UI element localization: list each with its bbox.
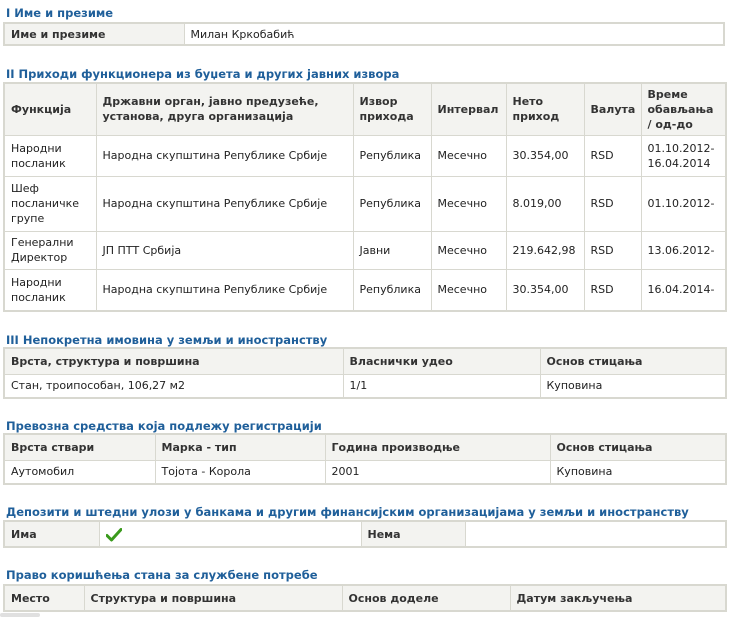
real-estate-cell: 1/1: [342, 373, 541, 399]
income-header-source: Извор прихода: [352, 82, 432, 136]
apartment-header-date: Датум закључења: [509, 584, 727, 612]
apartment-header-place: Место: [3, 584, 85, 612]
table-row: Шеф посланичке групе Народна скупштина Р…: [3, 175, 727, 232]
real-estate-header-basis: Основ стицања: [539, 347, 727, 375]
vehicles-header-type: Врста ствари: [3, 433, 156, 461]
income-cell: Народна скупштина Републике Србије: [95, 268, 354, 312]
section-5-title: Депозити и штедни улози у банкама и друг…: [6, 505, 689, 519]
section-4-title: Превозна средства која подлежу регистрац…: [6, 419, 322, 433]
income-table: Функција Државни орган, јавно предузеће,…: [3, 82, 727, 312]
income-cell: Народна скупштина Републике Србије: [95, 175, 354, 232]
vehicles-header-year: Година производње: [324, 433, 551, 461]
vehicles-cell: Тојота - Корола: [154, 459, 326, 485]
income-header-interval: Интервал: [430, 82, 507, 136]
real-estate-cell: Стан, троипособан, 106,27 м2: [3, 373, 344, 399]
income-cell: Република: [352, 175, 432, 232]
income-cell: Генерални Директор: [3, 230, 97, 270]
check-icon: [105, 527, 122, 542]
income-cell: Република: [352, 134, 432, 177]
table-row: Народни посланик Народна скупштина Репуб…: [3, 134, 727, 177]
vehicles-header-make: Марка - тип: [154, 433, 326, 461]
income-header-period: Време обављања / од-до: [640, 82, 727, 136]
table-row: Стан, троипособан, 106,27 м2 1/1 Куповин…: [3, 373, 727, 399]
deposits-yes-label: Има: [3, 520, 100, 548]
real-estate-header-type: Врста, структура и површина: [3, 347, 344, 375]
income-cell: 30.354,00: [505, 134, 585, 177]
table-row: Аутомобил Тојота - Корола 2001 Куповина: [3, 459, 727, 485]
vehicles-cell: Аутомобил: [3, 459, 156, 485]
table-row: Генерални Директор ЈП ПТТ Србија Јавни М…: [3, 230, 727, 270]
apartment-header-structure: Структура и површина: [83, 584, 343, 612]
income-cell: Народни посланик: [3, 268, 97, 312]
income-cell: Месечно: [430, 134, 507, 177]
income-cell: Месечно: [430, 268, 507, 312]
name-table: Име и презиме Милан Кркобабић: [3, 22, 725, 46]
income-cell: 01.10.2012-: [640, 175, 727, 232]
income-cell: 219.642,98: [505, 230, 585, 270]
income-cell: RSD: [583, 175, 642, 232]
deposits-table: Има Нема: [3, 520, 727, 548]
income-cell: Народни посланик: [3, 134, 97, 177]
income-header-function: Функција: [3, 82, 97, 136]
real-estate-cell: Куповина: [539, 373, 727, 399]
income-cell: Месечно: [430, 230, 507, 270]
name-value: Милан Кркобабић: [183, 22, 725, 46]
vehicles-header-basis: Основ стицања: [549, 433, 727, 461]
section-6-title: Право коришћења стана за службене потреб…: [6, 568, 318, 582]
apartment-header-basis: Основ доделе: [341, 584, 511, 612]
horizontal-scrollbar[interactable]: [0, 613, 40, 617]
income-cell: 01.10.2012-16.04.2014: [640, 134, 727, 177]
income-cell: 8.019,00: [505, 175, 585, 232]
income-cell: Месечно: [430, 175, 507, 232]
income-header-net-income: Нето приход: [505, 82, 585, 136]
income-cell: RSD: [583, 134, 642, 177]
income-cell: Република: [352, 268, 432, 312]
deposits-no-cell: [464, 520, 727, 548]
income-header-organization: Државни орган, јавно предузеће, установа…: [95, 82, 354, 136]
income-cell: Јавни: [352, 230, 432, 270]
income-cell: RSD: [583, 268, 642, 312]
income-cell: ЈП ПТТ Србија: [95, 230, 354, 270]
table-row: Народни посланик Народна скупштина Репуб…: [3, 268, 727, 312]
income-cell: 16.04.2014-: [640, 268, 727, 312]
section-2-title: II Приходи функционера из буџета и други…: [6, 67, 400, 81]
income-cell: Шеф посланичке групе: [3, 175, 97, 232]
real-estate-header-share: Власнички удео: [342, 347, 541, 375]
income-header-currency: Валута: [583, 82, 642, 136]
deposits-yes-cell: [98, 520, 362, 548]
section-1-title: I Име и презиме: [6, 6, 114, 20]
income-cell: Народна скупштина Републике Србије: [95, 134, 354, 177]
deposits-no-label: Нема: [360, 520, 466, 548]
vehicles-table: Врста ствари Марка - тип Година производ…: [3, 433, 727, 485]
apartment-table: Место Структура и површина Основ доделе …: [3, 584, 727, 612]
section-3-title: III Непокретна имовина у земљи и иностра…: [6, 333, 328, 347]
real-estate-table: Врста, структура и површина Власнички уд…: [3, 347, 727, 399]
name-label: Име и презиме: [3, 22, 185, 46]
vehicles-cell: Куповина: [549, 459, 727, 485]
income-cell: RSD: [583, 230, 642, 270]
income-cell: 13.06.2012-: [640, 230, 727, 270]
income-cell: 30.354,00: [505, 268, 585, 312]
vehicles-cell: 2001: [324, 459, 551, 485]
